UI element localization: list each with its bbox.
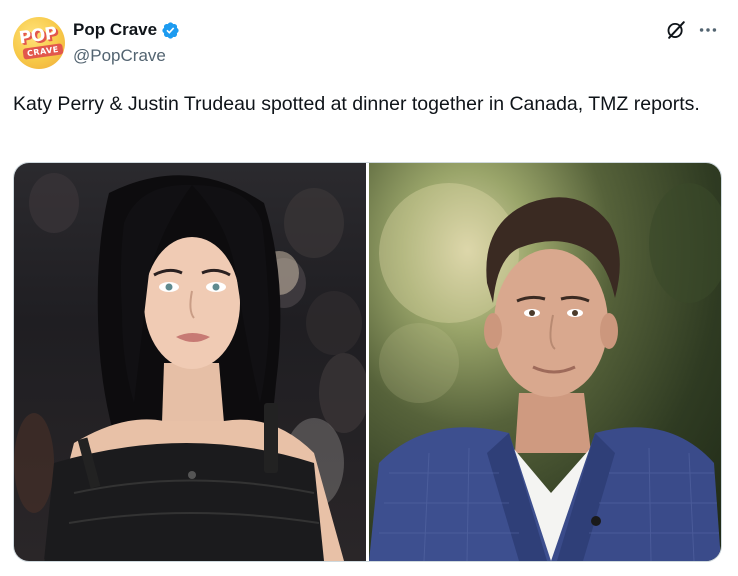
display-name[interactable]: Pop Crave — [73, 20, 157, 40]
grok-button[interactable] — [663, 19, 689, 45]
avatar[interactable]: POP CRAVE — [13, 17, 65, 69]
media-photo-2[interactable] — [369, 163, 721, 561]
photo-2-illustration — [369, 183, 721, 561]
more-icon — [697, 19, 719, 46]
tweet-card[interactable]: POP CRAVE Pop Crave @PopCrave Katy Perry… — [0, 0, 738, 576]
media-photo-1[interactable] — [14, 163, 366, 561]
author-name-row: Pop Crave — [73, 20, 180, 40]
verified-badge-icon — [161, 21, 180, 40]
author-handle[interactable]: @PopCrave — [73, 46, 166, 66]
media-grid — [13, 162, 722, 562]
more-options-button[interactable] — [694, 19, 722, 45]
grok-icon — [665, 19, 687, 46]
photo-1-illustration — [14, 173, 366, 561]
tweet-text: Katy Perry & Justin Trudeau spotted at d… — [13, 93, 700, 115]
